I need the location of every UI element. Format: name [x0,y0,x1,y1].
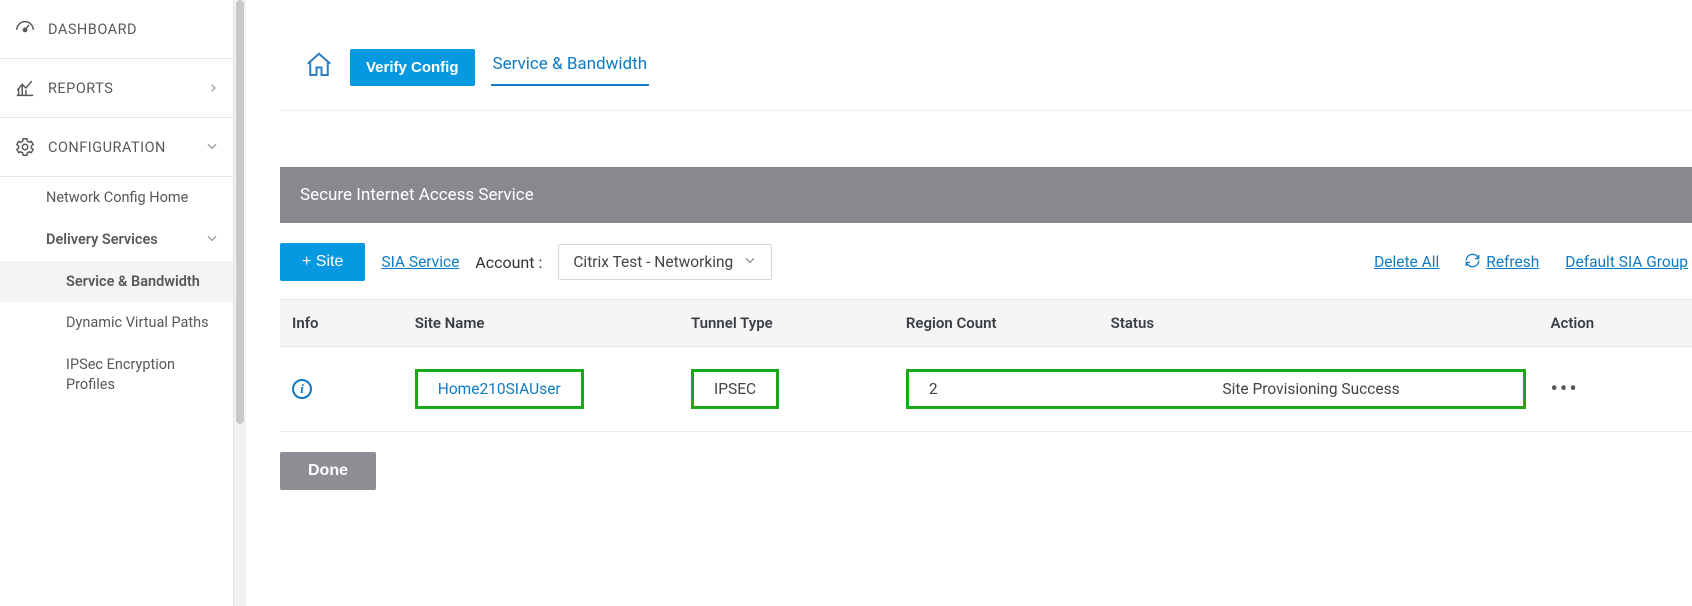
sia-service-link[interactable]: SIA Service [381,253,459,271]
gear-icon [14,136,36,158]
refresh-label: Refresh [1486,253,1539,271]
gauge-icon [14,18,36,40]
highlight-box: IPSEC [691,369,779,409]
chevron-down-icon [205,137,219,158]
done-button[interactable]: Done [280,452,376,490]
nav-configuration-label: CONFIGURATION [48,139,166,156]
region-count-value: 2 [929,380,1119,398]
highlight-box: 2 Site Provisioning Success [906,369,1527,409]
chevron-right-icon [207,78,219,99]
tab-service-bandwidth[interactable]: Service & Bandwidth [491,48,650,86]
nav-configuration[interactable]: CONFIGURATION [0,118,233,176]
site-name-link[interactable]: Home210SIAUser [438,380,561,398]
tab-service-bandwidth-label: Service & Bandwidth [493,54,648,74]
col-action: Action [1538,300,1692,347]
highlight-box: Home210SIAUser [415,369,584,409]
done-label: Done [308,462,348,479]
nav-network-config-home-label: Network Config Home [46,189,188,206]
table-row: i Home210SIAUser IPSEC 2 Site Provisioni… [280,347,1692,432]
nav-service-bandwidth-label: Service & Bandwidth [66,273,200,290]
nav-reports[interactable]: REPORTS [0,59,233,117]
home-icon[interactable] [304,50,334,84]
breadcrumb-bar: Verify Config Service & Bandwidth [280,0,1692,111]
row-actions-menu[interactable]: ••• [1550,377,1578,402]
table-header-row: Info Site Name Tunnel Type Region Count … [280,300,1692,347]
col-region-count: Region Count [906,314,1111,332]
status-value: Site Provisioning Success [1118,380,1503,398]
default-sia-group-link[interactable]: Default SIA Group [1565,253,1688,271]
nav-dynamic-virtual-paths[interactable]: Dynamic Virtual Paths [0,302,233,343]
verify-config-label: Verify Config [366,59,459,76]
nav-service-bandwidth[interactable]: Service & Bandwidth [0,261,233,302]
sia-service-label: SIA Service [381,253,459,271]
section-title: Secure Internet Access Service [280,167,1692,223]
toolbar-right: Delete All Refresh Default SIA Group [1374,253,1692,272]
nav-dashboard[interactable]: DASHBOARD [0,0,233,58]
add-site-label: + Site [302,253,343,270]
chevron-down-icon [205,230,219,249]
account-dropdown-value: Citrix Test - Networking [573,253,733,271]
nav-dynamic-virtual-paths-label: Dynamic Virtual Paths [66,314,209,331]
verify-config-button[interactable]: Verify Config [350,49,475,86]
refresh-icon [1465,253,1480,272]
delete-all-link[interactable]: Delete All [1374,253,1439,271]
account-label: Account : [475,253,542,272]
col-status: Status [1111,314,1527,332]
nav-delivery-services[interactable]: Delivery Services [0,218,233,261]
tunnel-type-value: IPSEC [714,380,756,398]
sites-table: Info Site Name Tunnel Type Region Count … [280,299,1692,432]
info-icon[interactable]: i [292,379,312,399]
col-site-name: Site Name [403,300,679,347]
nav-ipsec-profiles-label: IPSec Encryption Profiles [66,356,175,393]
delete-all-label: Delete All [1374,253,1439,271]
nav-dashboard-label: DASHBOARD [48,21,137,38]
nav-reports-label: REPORTS [48,80,113,97]
col-info: Info [280,300,403,347]
chevron-down-icon [743,253,757,271]
default-sia-group-label: Default SIA Group [1565,253,1688,271]
col-tunnel-type: Tunnel Type [679,300,894,347]
main-content: Verify Config Service & Bandwidth Secure… [234,0,1692,606]
section-title-label: Secure Internet Access Service [300,185,534,205]
add-site-button[interactable]: + Site [280,243,365,281]
sidebar: DASHBOARD REPORTS CONFIGURATION Network … [0,0,234,606]
chart-line-icon [14,77,36,99]
toolbar: + Site SIA Service Account : Citrix Test… [280,239,1692,299]
nav-ipsec-profiles[interactable]: IPSec Encryption Profiles [0,343,233,406]
refresh-link[interactable]: Refresh [1465,253,1539,272]
nav-network-config-home[interactable]: Network Config Home [0,177,233,218]
account-dropdown[interactable]: Citrix Test - Networking [558,244,772,280]
nav-delivery-services-label: Delivery Services [46,231,158,248]
